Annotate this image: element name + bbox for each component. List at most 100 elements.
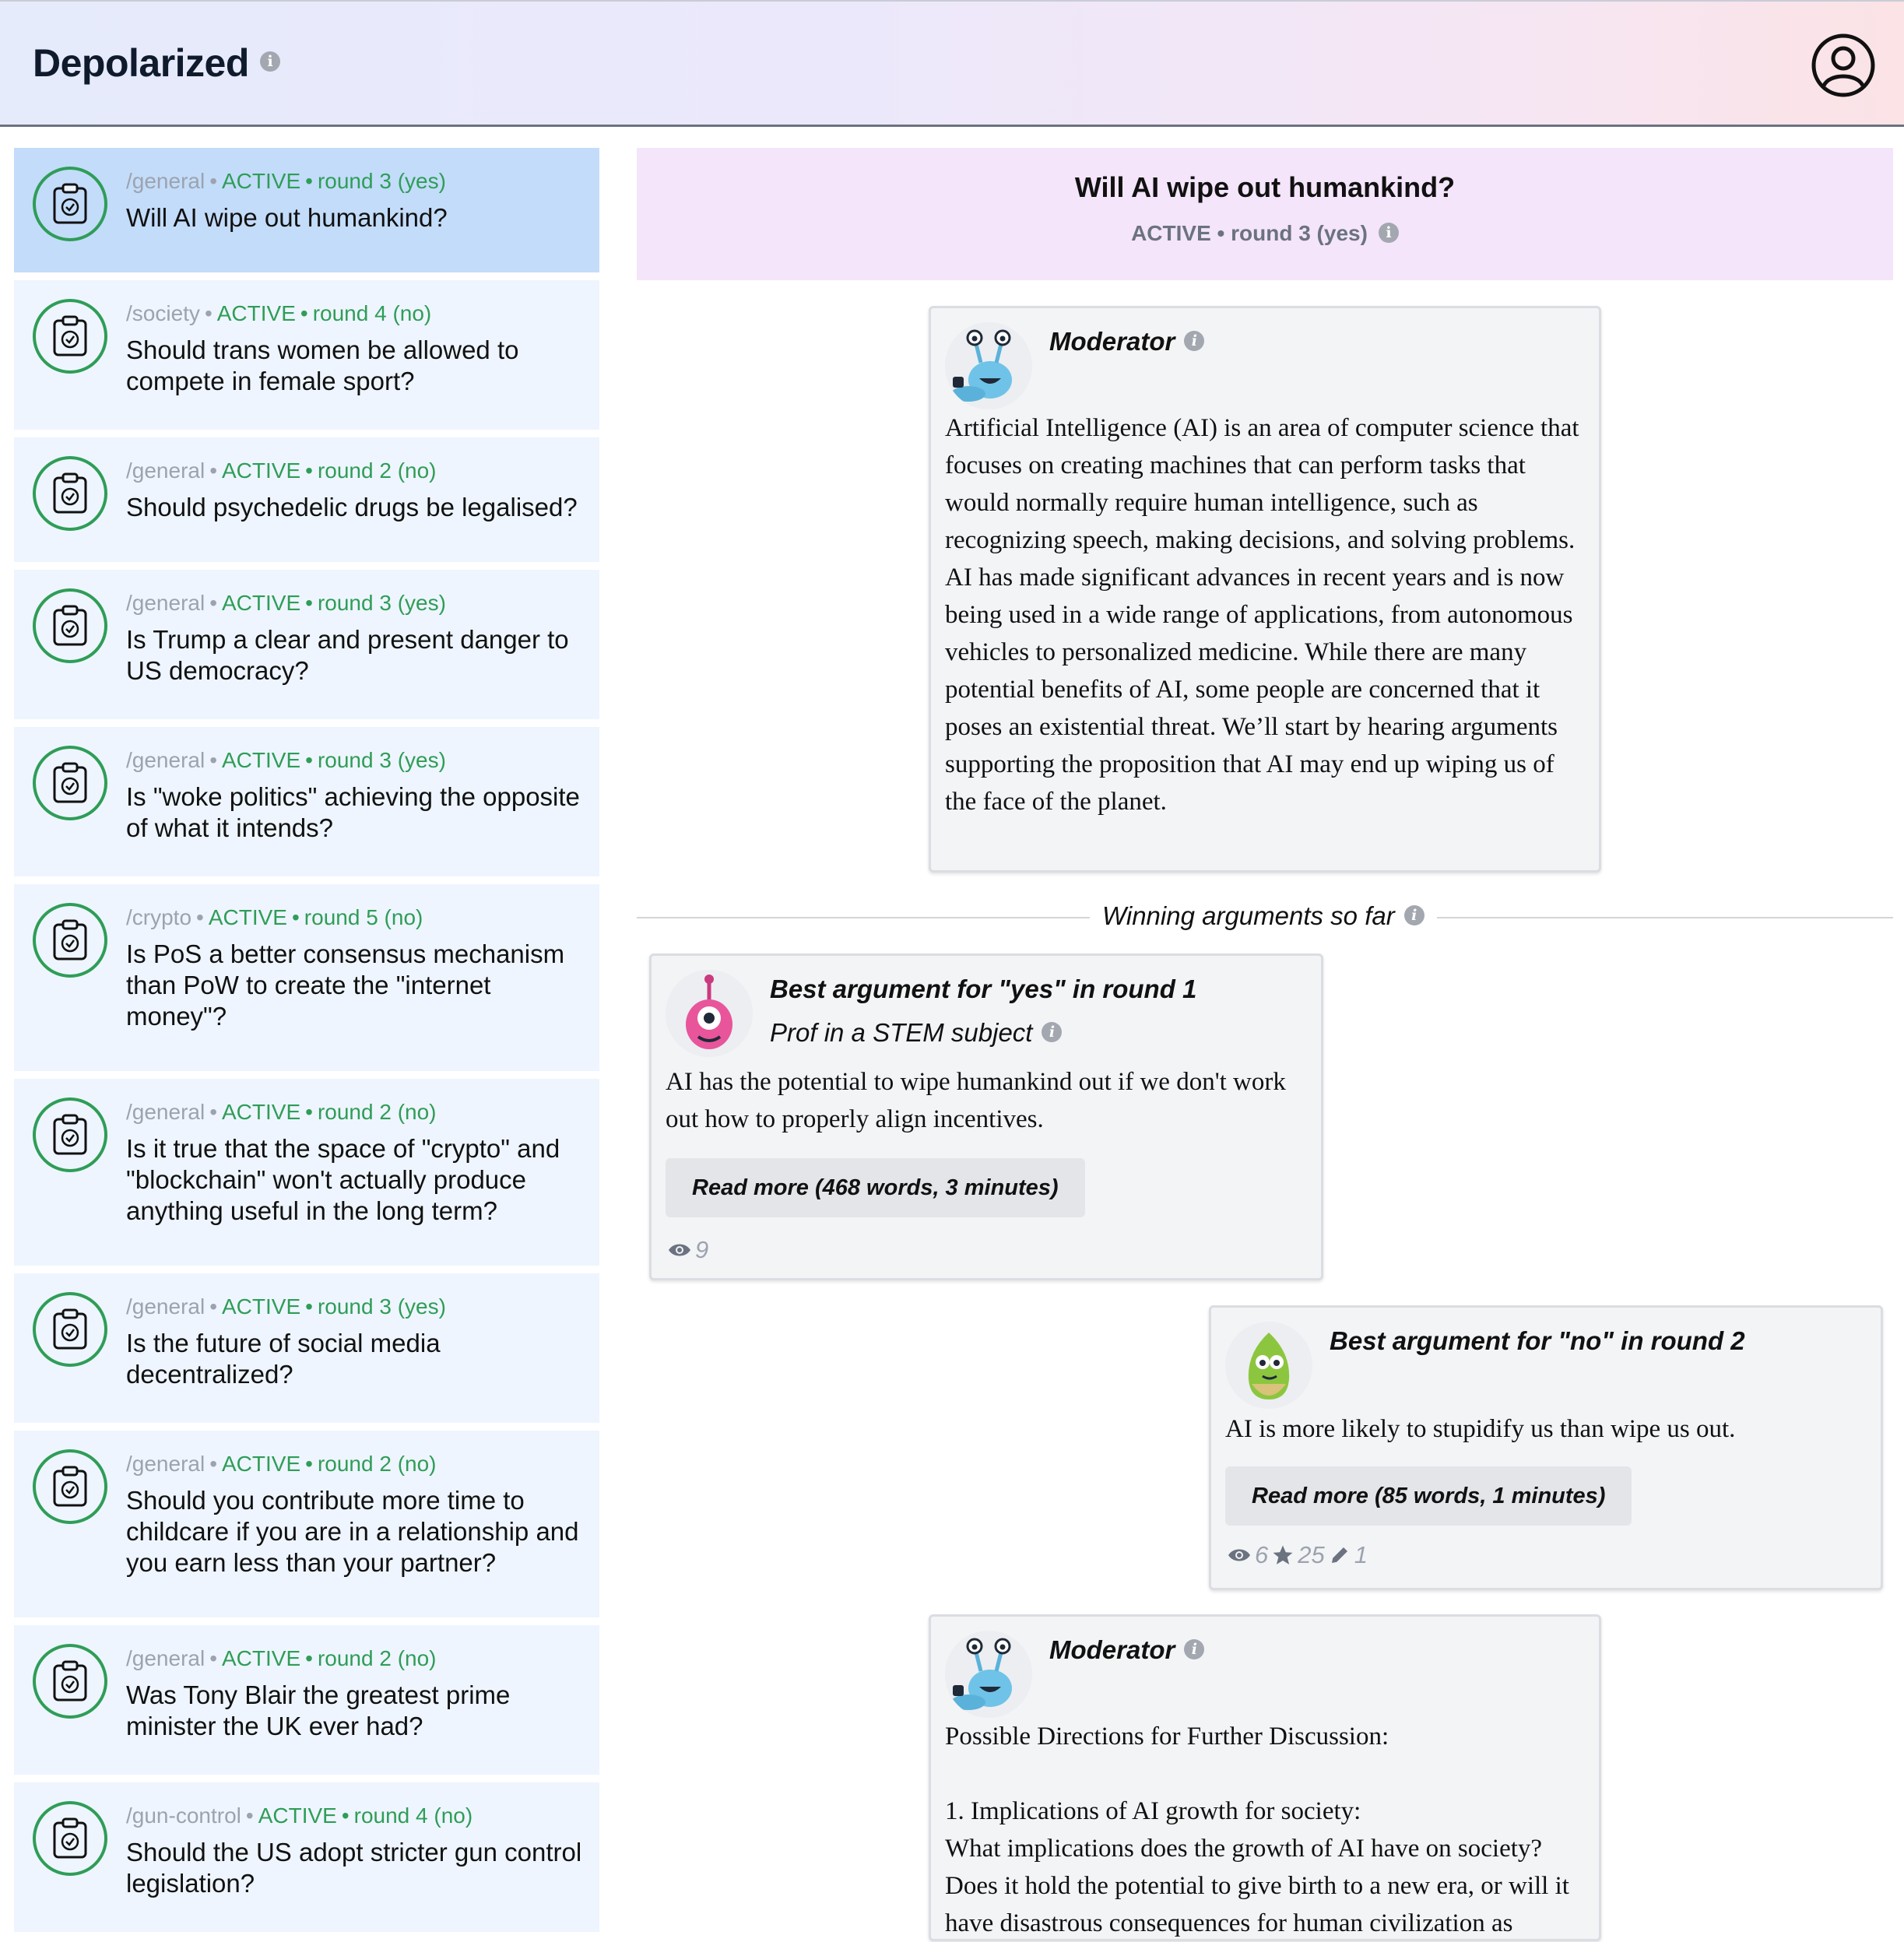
debate-list-item[interactable]: /society • ACTIVE • round 4 (no) Should trans… (14, 280, 599, 430)
debate-round: round 2 (no) (317, 1646, 437, 1670)
debate-question[interactable]: Is "woke politics" achieving the opposit… (126, 781, 584, 844)
debate-list-item-text: /general • ACTIVE • round 2 (no) Is it true t… (126, 1099, 584, 1227)
debate-status: ACTIVE (222, 591, 301, 615)
read-more-button[interactable]: Read more (468 words, 3 minutes) (666, 1158, 1085, 1217)
info-icon[interactable]: i (259, 51, 280, 72)
debate-category[interactable]: /crypto (126, 905, 191, 929)
info-icon[interactable]: i (1403, 905, 1424, 926)
debate-question[interactable]: Is the future of social media decentrali… (126, 1328, 584, 1390)
info-icon[interactable]: i (1184, 331, 1205, 352)
debate-category[interactable]: /gun-control (126, 1803, 241, 1828)
meta-separator: • (209, 1452, 217, 1476)
debate-list-item[interactable]: /general • ACTIVE • round 2 (no) Should psych… (14, 437, 599, 562)
debate-status: ACTIVE (208, 905, 287, 929)
debate-list-item[interactable]: /general • ACTIVE • round 2 (no) Was Tony Bla… (14, 1625, 599, 1775)
debate-category[interactable]: /general (126, 458, 205, 483)
debate-list-item-text: /society • ACTIVE • round 4 (no) Should trans… (126, 300, 584, 397)
topic-icon (33, 1801, 107, 1876)
debate-category[interactable]: /general (126, 1294, 205, 1319)
debate-list-item-text: /general • ACTIVE • round 3 (yes) Is the futu… (126, 1294, 584, 1390)
debate-list-item[interactable]: /general • ACTIVE • round 3 (yes) Is the futu… (14, 1273, 599, 1423)
debate-question[interactable]: Is Trump a clear and present danger to U… (126, 624, 584, 687)
debate-question[interactable]: Should the US adopt stricter gun control… (126, 1837, 584, 1899)
debate-question[interactable]: Is it true that the space of "crypto" an… (126, 1133, 584, 1227)
argument-author-role: Prof in a STEM subject i (770, 1018, 1063, 1048)
argument-text: AI is more likely to stupidify us than w… (1225, 1415, 1736, 1443)
debate-list-item[interactable]: /gun-control • ACTIVE • round 4 (no) Should t… (14, 1782, 599, 1932)
info-icon[interactable]: i (1184, 1639, 1205, 1660)
debate-list-item[interactable]: /general • ACTIVE • round 3 (yes) Is Trump a … (14, 570, 599, 719)
debate-round: round 2 (no) (317, 1452, 437, 1476)
winning-arguments-text: Winning arguments so far (1102, 901, 1395, 930)
debate-status: ACTIVE (222, 1100, 301, 1124)
debate-status: ACTIVE (222, 1294, 301, 1319)
debate-status-text: ACTIVE • round 3 (yes) (1131, 221, 1368, 245)
debate-question[interactable]: Is PoS a better consensus mechanism than… (126, 939, 584, 1032)
info-icon[interactable]: i (1378, 222, 1399, 243)
debate-round: round 4 (no) (312, 301, 432, 325)
debate-question[interactable]: Was Tony Blair the greatest prime minist… (126, 1680, 584, 1742)
brand[interactable]: Depolarized i (33, 40, 280, 86)
user-circle-icon[interactable] (1811, 33, 1876, 98)
debate-title: Will AI wipe out humankind? (1074, 171, 1456, 203)
debate-meta: /general • ACTIVE • round 2 (no) (126, 1451, 584, 1477)
meta-separator: • (305, 169, 313, 193)
debate-meta: /gun-control • ACTIVE • round 4 (no) (126, 1803, 584, 1829)
debate-question[interactable]: Should psychedelic drugs be legalised? (126, 492, 584, 523)
debate-category[interactable]: /society (126, 301, 200, 325)
debate-category[interactable]: /general (126, 1452, 205, 1476)
argument-card-yes: Best argument for "yes" in round 1 Prof … (649, 953, 1323, 1280)
topic-icon (33, 903, 107, 978)
debate-question[interactable]: Should trans women be allowed to compete… (126, 335, 584, 397)
debate-list-item[interactable]: /general • ACTIVE • round 3 (yes) Will AI wip… (14, 148, 599, 272)
green-monster-icon (1225, 1322, 1312, 1409)
debate-meta: /general • ACTIVE • round 2 (no) (126, 1645, 584, 1672)
debate-status: ACTIVE (216, 301, 296, 325)
debate-list-item[interactable]: /general • ACTIVE • round 2 (no) Is it true t… (14, 1079, 599, 1266)
argument-stats: 6 25 1 (1227, 1541, 1368, 1569)
debate-question[interactable]: Will AI wipe out humankind? (126, 202, 584, 234)
meta-separator: • (209, 169, 217, 193)
info-icon[interactable]: i (1042, 1022, 1063, 1043)
clipboard-check-icon (53, 762, 87, 803)
pencil-icon[interactable] (1328, 1543, 1351, 1567)
debate-list-item[interactable]: /general • ACTIVE • round 3 (yes) Is "woke po… (14, 727, 599, 876)
argument-title: Best argument for "yes" in round 1 (770, 975, 1197, 1003)
clipboard-check-icon (53, 605, 87, 646)
pink-monster-icon (666, 970, 753, 1057)
debate-status: ACTIVE • round 3 (yes) i (637, 221, 1893, 246)
debate-round: round 2 (no) (317, 458, 437, 483)
debate-category[interactable]: /general (126, 1100, 205, 1124)
debate-list: /general • ACTIVE • round 3 (yes) Will AI wip… (14, 148, 599, 1940)
read-more-button[interactable]: Read more (85 words, 1 minutes) (1225, 1466, 1632, 1526)
debate-category[interactable]: /general (126, 1646, 205, 1670)
debate-round: round 5 (no) (304, 905, 423, 929)
debate-list-item[interactable]: /crypto • ACTIVE • round 5 (no) Is PoS a bett… (14, 884, 599, 1071)
meta-separator: • (305, 1646, 313, 1670)
argument-stats: 9 (667, 1236, 708, 1264)
moderator-card: Moderator i Possible Directions for Furth… (929, 1614, 1601, 1941)
debate-round: round 3 (yes) (317, 1294, 446, 1319)
eye-icon (669, 1244, 690, 1256)
debate-list-item[interactable]: /general • ACTIVE • round 2 (no) Should you c… (14, 1431, 599, 1617)
star-icon[interactable] (1271, 1543, 1295, 1567)
moderator-name-text: Moderator (1049, 1635, 1175, 1664)
meta-separator: • (209, 458, 217, 483)
debate-category[interactable]: /general (126, 169, 205, 193)
clipboard-check-icon (53, 1466, 87, 1507)
debate-status: ACTIVE (222, 458, 301, 483)
meta-separator: • (305, 1100, 313, 1124)
debate-category[interactable]: /general (126, 591, 205, 615)
app-title[interactable]: Depolarized (33, 41, 249, 85)
clipboard-check-icon (53, 919, 87, 960)
topic-icon (33, 456, 107, 531)
slug-mascot-icon (945, 322, 1032, 409)
clipboard-check-icon (53, 1817, 87, 1859)
topic-icon (33, 1449, 107, 1524)
debate-status: ACTIVE (222, 169, 301, 193)
debate-status: ACTIVE (222, 1646, 301, 1670)
debate-category[interactable]: /general (126, 748, 205, 772)
debate-list-item-text: /general • ACTIVE • round 2 (no) Should psych… (126, 458, 584, 523)
meta-separator: • (305, 591, 313, 615)
debate-question[interactable]: Should you contribute more time to child… (126, 1485, 584, 1579)
